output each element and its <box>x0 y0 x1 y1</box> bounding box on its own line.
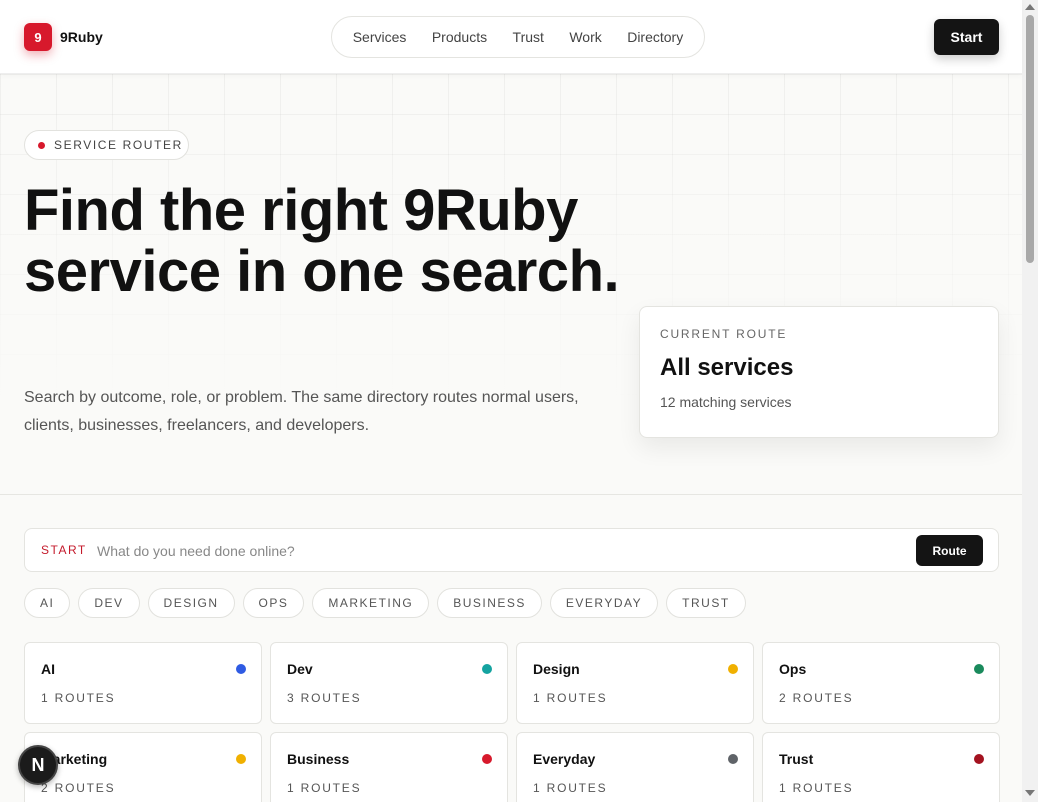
category-name: Business <box>287 751 350 767</box>
category-routes: 1 ROUTES <box>41 691 116 705</box>
category-card-design[interactable]: Design 1 ROUTES <box>516 642 754 724</box>
filter-chip-ops[interactable]: OPS <box>242 588 305 618</box>
category-dot-icon <box>728 754 738 764</box>
current-route-label: CURRENT ROUTE <box>660 327 788 341</box>
current-route-title: All services <box>660 354 794 381</box>
category-routes: 1 ROUTES <box>779 781 854 795</box>
hero-section: SERVICE ROUTER Find the right 9Ruby serv… <box>0 74 1022 495</box>
route-button[interactable]: Route <box>916 535 983 566</box>
category-routes: 2 ROUTES <box>41 781 116 795</box>
nav-item-products[interactable]: Products <box>432 29 487 45</box>
filter-chip-everyday[interactable]: EVERYDAY <box>549 588 659 618</box>
nav-item-trust[interactable]: Trust <box>513 29 544 45</box>
hero-description: Search by outcome, role, or problem. The… <box>24 389 579 434</box>
category-card-ai[interactable]: AI 1 ROUTES <box>24 642 262 724</box>
brand-name[interactable]: 9Ruby <box>60 29 103 45</box>
filter-chip-business[interactable]: BUSINESS <box>437 588 542 618</box>
category-card-trust[interactable]: Trust 1 ROUTES <box>762 732 1000 802</box>
filter-chip-dev[interactable]: DEV <box>78 588 140 618</box>
category-routes: 1 ROUTES <box>533 781 608 795</box>
main-nav: Services Products Trust Work Directory <box>331 16 705 58</box>
filter-chip-design[interactable]: DESIGN <box>147 588 235 618</box>
filter-chip-trust[interactable]: TRUST <box>666 588 746 618</box>
category-routes: 3 ROUTES <box>287 691 362 705</box>
category-name: Design <box>533 661 580 677</box>
pill-label: SERVICE ROUTER <box>54 138 183 152</box>
category-name: AI <box>41 661 55 677</box>
site-header: 9 9Ruby Services Products Trust Work Dir… <box>0 0 1022 74</box>
scroll-up-arrow-icon[interactable] <box>1025 4 1035 10</box>
filter-chips: AI DEV DESIGN OPS MARKETING BUSINESS EVE… <box>24 588 746 618</box>
logo-badge[interactable]: 9 <box>24 23 52 51</box>
category-name: Everyday <box>533 751 596 767</box>
search-bar: START Route <box>24 528 999 572</box>
category-name: Trust <box>779 751 814 767</box>
category-name: Dev <box>287 661 313 677</box>
scrollbar-thumb[interactable] <box>1026 15 1034 263</box>
floating-n-button[interactable]: N <box>18 745 58 785</box>
nav-item-work[interactable]: Work <box>569 29 601 45</box>
category-card-business[interactable]: Business 1 ROUTES <box>270 732 508 802</box>
category-dot-icon <box>482 664 492 674</box>
filter-chip-ai[interactable]: AI <box>24 588 71 618</box>
filter-chip-marketing[interactable]: MARKETING <box>312 588 430 618</box>
category-card-dev[interactable]: Dev 3 ROUTES <box>270 642 508 724</box>
category-dot-icon <box>974 664 984 674</box>
category-card-marketing[interactable]: Marketing 2 ROUTES <box>24 732 262 802</box>
category-name: Ops <box>779 661 807 677</box>
current-route-card: CURRENT ROUTE All services 12 matching s… <box>639 306 999 438</box>
category-dot-icon <box>974 754 984 764</box>
category-dot-icon <box>236 664 246 674</box>
search-input[interactable] <box>97 537 897 565</box>
category-dot-icon <box>236 754 246 764</box>
nav-item-services[interactable]: Services <box>353 29 407 45</box>
category-routes: 2 ROUTES <box>779 691 854 705</box>
hero-title: Find the right 9Ruby service in one sear… <box>24 178 620 304</box>
category-card-everyday[interactable]: Everyday 1 ROUTES <box>516 732 754 802</box>
page-scrollbar[interactable] <box>1022 0 1038 802</box>
nav-item-directory[interactable]: Directory <box>627 29 683 45</box>
start-button[interactable]: Start <box>934 19 999 55</box>
category-dot-icon <box>728 664 738 674</box>
scroll-down-arrow-icon[interactable] <box>1025 790 1035 796</box>
category-dot-icon <box>482 754 492 764</box>
current-route-count: 12 matching services <box>660 394 792 410</box>
red-dot-icon <box>38 141 45 149</box>
category-routes: 1 ROUTES <box>287 781 362 795</box>
category-routes: 1 ROUTES <box>533 691 608 705</box>
search-label: START <box>41 543 87 557</box>
category-card-ops[interactable]: Ops 2 ROUTES <box>762 642 1000 724</box>
service-router-pill: SERVICE ROUTER <box>24 130 189 160</box>
